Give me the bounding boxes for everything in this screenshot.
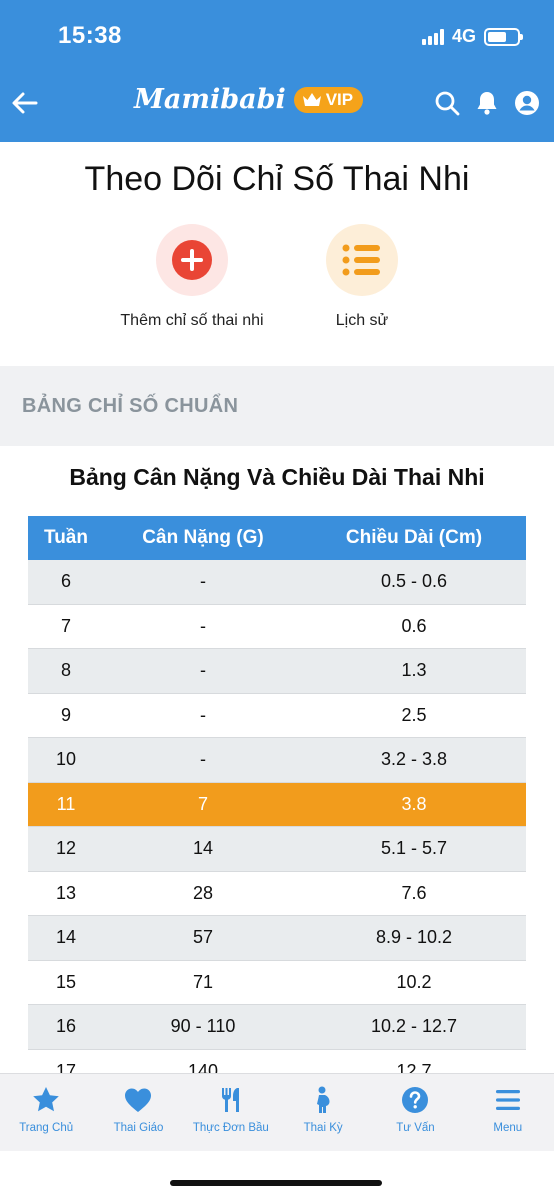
table-row: 10 - 3.2 - 3.8 (28, 738, 526, 783)
tab-pregnancy-menu-label: Thực Đơn Bầu (192, 1122, 269, 1134)
cell-week: 11 (56, 793, 76, 814)
pregnant-icon (317, 1086, 330, 1113)
cell-week: 9 (60, 704, 71, 725)
add-fetal-index-label: Thêm chỉ số thai nhi (120, 312, 264, 329)
cell-length: 2.5 (401, 704, 427, 725)
cell-length: 5.1 - 5.7 (380, 838, 448, 859)
status-time: 15:38 (58, 22, 122, 49)
cell-weight: 71 (192, 971, 214, 992)
bottom-tab-bar: Trang Chủ Thai Giáo Thực Đơn Bầu Thai Kỳ… (0, 1073, 554, 1151)
question-icon (402, 1087, 429, 1113)
cell-week: 10 (55, 749, 77, 770)
cell-weight: - (200, 704, 206, 725)
cell-weight: 14 (192, 838, 214, 859)
header-length: Chiều Dài (Cm) (345, 527, 483, 548)
cell-weight: - (200, 571, 206, 592)
cell-length: 3.2 - 3.8 (380, 749, 448, 770)
search-icon[interactable] (434, 90, 460, 116)
header-week: Tuần (44, 527, 88, 548)
cell-week: 13 (55, 882, 77, 903)
cell-week: 8 (60, 660, 71, 681)
app-name: Mamibabi (134, 84, 286, 115)
cell-week: 7 (60, 615, 71, 636)
header-weight: Cân Nặng (G) (142, 527, 264, 548)
history-button[interactable]: Lịch sử (272, 224, 452, 331)
star-icon (33, 1087, 59, 1112)
cell-weight: - (200, 660, 206, 681)
cell-week: 6 (60, 571, 71, 592)
bell-icon[interactable] (474, 90, 500, 116)
vip-badge[interactable]: VIP (293, 86, 364, 113)
tab-menu-label: Menu (493, 1122, 523, 1134)
tab-pregnancy-label: Thai Kỳ (303, 1122, 343, 1134)
table-row: 15 71 10.2 (28, 960, 526, 1005)
tab-prenatal-education-label: Thai Giáo (113, 1122, 164, 1134)
navigation-bar: Mamibabi VIP (0, 78, 554, 132)
table-row: 12 14 5.1 - 5.7 (28, 827, 526, 872)
table-row: 13 28 7.6 (28, 871, 526, 916)
table-row: 9 - 2.5 (28, 693, 526, 738)
cell-length: 7.6 (401, 882, 427, 903)
table-row-current-week: 11 7 3.8 (28, 782, 526, 827)
cell-weight: 57 (192, 927, 214, 948)
crown-icon (302, 92, 321, 106)
section-header: BẢNG CHỈ SỐ CHUẨN (0, 366, 554, 446)
fork-knife-icon (221, 1088, 239, 1112)
tab-pregnancy[interactable]: Thai Kỳ (277, 1074, 369, 1151)
tab-pregnancy-menu[interactable]: Thực Đơn Bầu (185, 1074, 277, 1151)
cell-week: 12 (55, 838, 77, 859)
cell-weight: - (200, 615, 206, 636)
status-indicators: 4G (421, 26, 523, 47)
cell-weight: 7 (197, 793, 208, 814)
cell-weight: 28 (192, 882, 214, 903)
heart-icon (125, 1088, 152, 1112)
account-icon[interactable] (514, 90, 540, 116)
table-row: 14 57 8.9 - 10.2 (28, 916, 526, 961)
cell-length: 10.2 (396, 971, 432, 992)
cell-week: 14 (55, 927, 77, 948)
app-logo: Mamibabi VIP (134, 84, 364, 115)
list-icon (342, 244, 380, 276)
network-label: 4G (451, 26, 476, 46)
cell-length: 10.2 - 12.7 (370, 1016, 458, 1037)
cell-length: 0.6 (401, 615, 427, 636)
add-fetal-index-icon-circle (156, 224, 228, 296)
vip-label: VIP (325, 89, 354, 109)
menu-icon (495, 1090, 520, 1110)
cell-length: 0.5 - 0.6 (380, 571, 448, 592)
tab-consult-label: Tư Vấn (396, 1122, 435, 1134)
table-row: 6 - 0.5 - 0.6 (28, 560, 526, 605)
table-row: 7 - 0.6 (28, 604, 526, 649)
cell-weight: 90 - 110 (170, 1016, 236, 1037)
table-header: Tuần Cân Nặng (G) Chiều Dài (Cm) (28, 516, 526, 560)
history-label: Lịch sử (335, 312, 389, 329)
cell-length: 8.9 - 10.2 (375, 927, 453, 948)
back-arrow-icon[interactable] (10, 88, 40, 118)
home-indicator (170, 1180, 382, 1186)
tab-home[interactable]: Trang Chủ (0, 1074, 92, 1151)
weight-length-table: Tuần Cân Nặng (G) Chiều Dài (Cm) 6 - 0.5 -… (28, 516, 526, 1094)
action-buttons: Thêm chỉ số thai nhi Lịch sử (0, 224, 554, 354)
cell-weight: - (200, 749, 206, 770)
add-fetal-index-button[interactable]: Thêm chỉ số thai nhi (102, 224, 282, 331)
tab-home-label: Trang Chủ (19, 1122, 74, 1134)
cell-length: 3.8 (401, 793, 427, 814)
cell-week: 15 (55, 971, 77, 992)
signal-icon (421, 28, 444, 45)
table-row: 8 - 1.3 (28, 649, 526, 694)
page-title: Theo Dõi Chỉ Số Thai Nhi (84, 160, 470, 198)
top-bar: 15:38 4G Mamibabi VIP (0, 0, 554, 142)
plus-icon (172, 240, 212, 280)
cell-length: 1.3 (401, 660, 427, 681)
section-title: BẢNG CHỈ SỐ CHUẨN (22, 395, 239, 417)
table-title: Bảng Cân Nặng Và Chiều Dài Thai Nhi (69, 464, 485, 490)
battery-icon (484, 27, 523, 46)
table-body: 6 - 0.5 - 0.6 7 - 0.6 8 - 1.3 9 - 2.5 10 - 3.2 - 3.8 11… (28, 560, 526, 1094)
tab-prenatal-education[interactable]: Thai Giáo (92, 1074, 184, 1151)
history-icon-circle (326, 224, 398, 296)
table-row: 16 90 - 110 10.2 - 12.7 (28, 1005, 526, 1050)
cell-week: 16 (55, 1016, 77, 1037)
tab-consult[interactable]: Tư Vấn (369, 1074, 461, 1151)
tab-menu[interactable]: Menu (462, 1074, 554, 1151)
